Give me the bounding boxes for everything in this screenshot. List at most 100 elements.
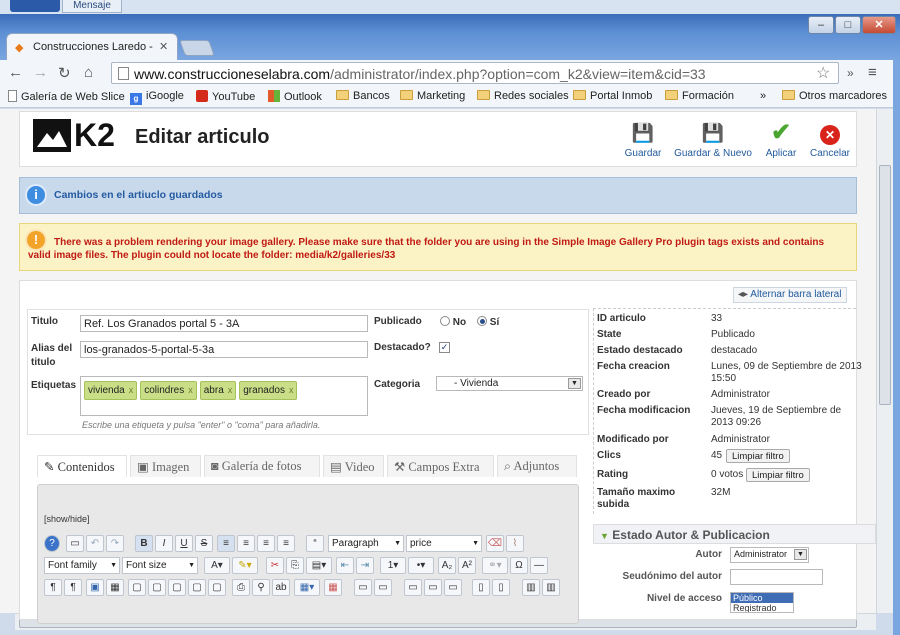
maximize-button[interactable]: □ [835, 16, 861, 34]
tab-imagen[interactable]: ▣ Imagen [130, 455, 201, 477]
bookmark-bancos[interactable]: Bancos [336, 90, 390, 102]
tag-remove-icon[interactable]: x [188, 385, 193, 395]
tag-item[interactable]: vivienda x [84, 381, 138, 400]
insert-row-before-icon[interactable]: ▭ [404, 579, 422, 596]
bookmark-portal-inmob[interactable]: Portal Inmob [573, 90, 652, 102]
close-window-button[interactable]: ✕ [862, 16, 896, 34]
link-icon[interactable]: ⚭▾ [482, 557, 508, 574]
cancel-button[interactable]: ✕ Cancelar [808, 122, 852, 159]
back-icon[interactable]: ← [8, 64, 23, 81]
tab-adjuntos[interactable]: ⌕ Adjuntos [497, 455, 577, 477]
bookmark-marketing[interactable]: Marketing [400, 90, 465, 102]
extensions-chevron-icon[interactable]: » [847, 66, 854, 80]
forward-icon[interactable]: → [33, 64, 48, 81]
underline-button[interactable]: U [175, 535, 193, 552]
absolute-icon[interactable]: ▢ [168, 579, 186, 596]
special-character-icon[interactable]: Ω [510, 557, 528, 574]
browser-tab[interactable]: ◆ Construcciones Laredo - P ✕ [6, 33, 178, 60]
seudonimo-input[interactable] [730, 569, 823, 585]
address-bar[interactable]: www.construccioneselabra.com/administrat… [111, 62, 839, 84]
publicado-si-radio[interactable] [477, 316, 487, 326]
insert-col-after-icon[interactable]: ▯ [492, 579, 510, 596]
ordered-list-icon[interactable]: 1▾ [380, 557, 406, 574]
bookmark-otros-marcadores[interactable]: Otros marcadores [782, 90, 887, 102]
tab-close-icon[interactable]: ✕ [159, 40, 168, 53]
row-props-icon[interactable]: ▭ [354, 579, 372, 596]
paste-icon[interactable]: ▤▾ [306, 557, 332, 574]
align-center-icon[interactable]: ≡ [237, 535, 255, 552]
nivel-option-selected[interactable]: Público [731, 593, 793, 603]
backward-layer-icon[interactable]: ▢ [208, 579, 226, 596]
media-icon[interactable]: ▣ [86, 579, 104, 596]
accordion-author-publishing[interactable]: ▼ Estado Autor & Publicacion [593, 524, 876, 544]
save-button[interactable]: 💾 Guardar [621, 122, 665, 159]
horizontal-rule-icon[interactable]: — [530, 557, 548, 574]
nivel-option[interactable]: Registrado [731, 603, 793, 612]
eraser-icon[interactable]: ⌫ [486, 535, 504, 552]
delete-table-icon[interactable]: ▦ [324, 579, 342, 596]
reload-icon[interactable]: ↻ [58, 64, 71, 82]
bookmark-igoogle[interactable]: g iGoogle [130, 90, 184, 105]
indent-icon[interactable]: ⇥ [356, 557, 374, 574]
format-select[interactable]: Paragraph ▼ [328, 535, 404, 552]
titulo-input[interactable]: Ref. Los Granados portal 5 - 3A [80, 315, 368, 332]
toggle-sidebar-button[interactable]: ◂▸ Alternar barra lateral [733, 287, 847, 303]
font-size-select[interactable]: Font size ▼ [122, 557, 198, 574]
cell-props-icon[interactable]: ▭ [374, 579, 392, 596]
copy-icon[interactable]: ⎘ [286, 557, 304, 574]
replace-icon[interactable]: ab [272, 579, 290, 596]
scrollbar-thumb[interactable] [879, 165, 891, 405]
nivel-acceso-listbox[interactable]: Público Registrado [730, 592, 794, 613]
style-props-icon[interactable]: ▢ [148, 579, 166, 596]
split-cells-icon[interactable]: ▥ [522, 579, 540, 596]
align-left-icon[interactable]: ≡ [257, 535, 275, 552]
superscript-icon[interactable]: A² [458, 557, 476, 574]
tab-campos-extra[interactable]: ⚒ Campos Extra [387, 455, 494, 477]
redo-icon[interactable]: ↷ [106, 535, 124, 552]
reset-hits-button[interactable]: Limpiar filtro [726, 449, 790, 463]
unordered-list-icon[interactable]: •▾ [408, 557, 434, 574]
merge-cells-icon[interactable]: ▥ [542, 579, 560, 596]
start-button[interactable] [10, 0, 60, 12]
italic-button[interactable]: I [155, 535, 173, 552]
insert-col-before-icon[interactable]: ▯ [472, 579, 490, 596]
bookmark-web-slice[interactable]: Galería de Web Slice [8, 90, 125, 103]
align-justify-icon[interactable]: ≡ [217, 535, 235, 552]
blockquote-icon[interactable]: “ [306, 535, 324, 552]
text-color-icon[interactable]: A▾ [204, 557, 230, 574]
publicado-no-radio[interactable] [440, 316, 450, 326]
help-icon[interactable]: ? [44, 535, 60, 552]
tag-item[interactable]: colindres x [140, 381, 197, 400]
tag-remove-icon[interactable]: x [228, 385, 233, 395]
minimize-button[interactable]: – [808, 16, 834, 34]
tab-galeria[interactable]: ◙ Galería de fotos [204, 455, 320, 477]
bookmark-redes-sociales[interactable]: Redes sociales [477, 90, 569, 102]
bookmark-formacion[interactable]: Formación [665, 90, 734, 102]
menu-icon[interactable]: ≡ [868, 64, 877, 81]
highlight-color-icon[interactable]: ✎▾ [232, 557, 258, 574]
home-icon[interactable]: ⌂ [84, 64, 93, 81]
new-document-icon[interactable]: ▭ [66, 535, 84, 552]
tag-item[interactable]: granados x [239, 381, 298, 400]
bold-button[interactable]: B [135, 535, 153, 552]
autor-select[interactable]: Administrator ▼ [730, 547, 809, 563]
show-hide-toggle[interactable]: [show/hide] [44, 514, 90, 524]
subscript-icon[interactable]: A₂ [438, 557, 456, 574]
cleanup-broom-icon[interactable]: ⌇ [506, 535, 524, 552]
bookmark-star-icon[interactable]: ☆ [816, 63, 830, 83]
undo-icon[interactable]: ↶ [86, 535, 104, 552]
apply-button[interactable]: ✔ Aplicar [761, 121, 801, 160]
insert-layer-icon[interactable]: ▢ [128, 579, 146, 596]
bookmark-outlook[interactable]: Outlook [268, 90, 322, 103]
tag-remove-icon[interactable]: x [289, 385, 294, 395]
insert-row-after-icon[interactable]: ▭ [424, 579, 442, 596]
tab-video[interactable]: ▤ Video [323, 455, 384, 477]
outdent-icon[interactable]: ⇤ [336, 557, 354, 574]
save-new-button[interactable]: 💾 Guardar & Nuevo [673, 122, 753, 159]
template-icon[interactable]: ▦ [106, 579, 124, 596]
destacado-checkbox[interactable]: ✓ [439, 342, 450, 353]
reset-rating-button[interactable]: Limpiar filtro [746, 468, 810, 482]
ltr-icon[interactable]: ¶ [44, 579, 62, 596]
delete-row-icon[interactable]: ▭ [444, 579, 462, 596]
style-select[interactable]: price ▼ [406, 535, 482, 552]
